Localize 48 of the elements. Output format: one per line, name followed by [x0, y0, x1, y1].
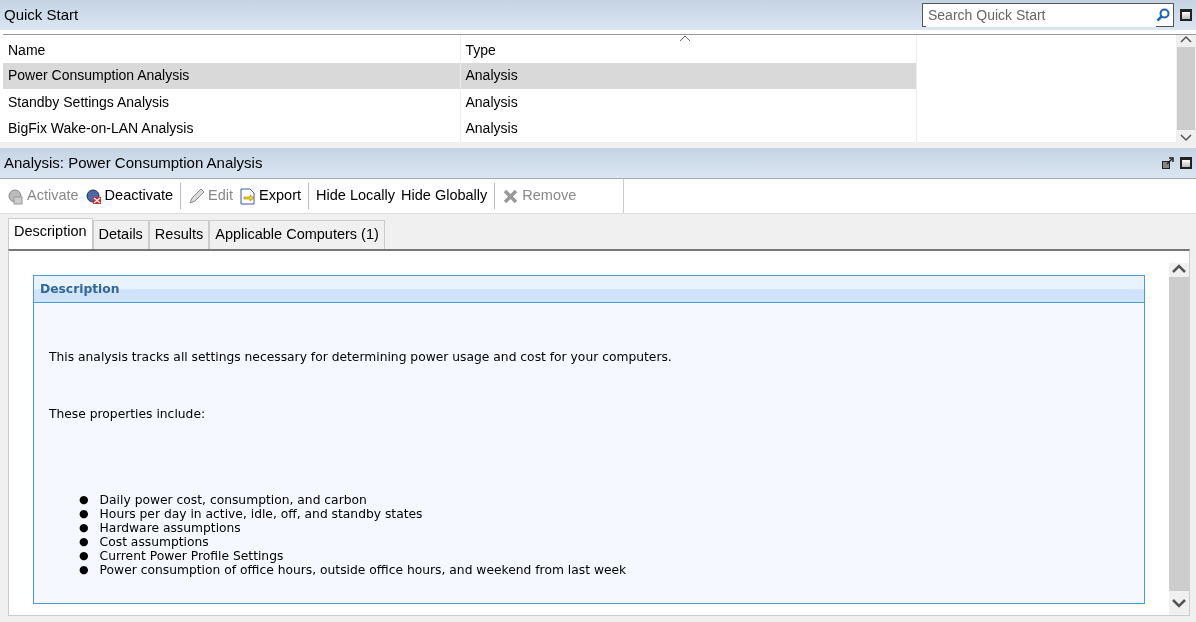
- list-bullet: ●: [79, 563, 89, 578]
- search-field[interactable]: Search Quick Start: [922, 3, 1174, 27]
- list-bullet: ●: [79, 507, 89, 522]
- table-cell: Analysis: [460, 62, 916, 90]
- tab[interactable]: Applicable Computers (1): [209, 220, 385, 249]
- section-heading: Description: [34, 275, 1144, 304]
- paragraph: These properties include:: [49, 405, 207, 423]
- column-header[interactable]: Name: [3, 35, 460, 63]
- list-item: Power consumption of office hours, outside office hours, and weekend from last week: [99, 563, 627, 578]
- sort-caret-icon: [678, 35, 691, 42]
- tab[interactable]: Results: [148, 220, 210, 249]
- toolbar-button[interactable]: Hide Globally: [398, 185, 491, 207]
- toolbar-button[interactable]: Export: [236, 185, 305, 207]
- toolbar-button[interactable]: Hide Locally: [313, 185, 399, 207]
- column-header[interactable]: Type: [460, 35, 916, 63]
- list-bullet: ●: [79, 521, 89, 536]
- remove-x-icon: [502, 187, 520, 205]
- maximize-button[interactable]: [1180, 9, 1192, 21]
- list-bullet: ●: [79, 549, 89, 564]
- list-item: Hours per day in active, idle, off, and standby states: [99, 507, 423, 522]
- table-row[interactable]: Standby Settings Analysis Analysis: [3, 89, 916, 116]
- scroll-up-icon: [1171, 262, 1187, 273]
- list-item: Daily power cost, consumption, and carbon: [99, 493, 367, 508]
- table-cell: Power Consumption Analysis: [3, 62, 460, 90]
- table-row[interactable]: Power Consumption Analysis Analysis: [3, 62, 916, 90]
- maximize-button[interactable]: [1180, 157, 1192, 169]
- pencil-icon: [188, 187, 206, 205]
- scroll-down-icon: [1171, 598, 1187, 609]
- toolbar-button[interactable]: Deactivate: [81, 185, 177, 207]
- panel-title: Analysis: Power Consumption Analysis: [4, 152, 263, 173]
- tab[interactable]: Description: [8, 218, 93, 249]
- scroll-up-icon: [1180, 35, 1192, 43]
- list-bullet: ●: [79, 535, 89, 550]
- table-cell: Analysis: [460, 89, 916, 116]
- search-icon: [1156, 8, 1170, 22]
- popout-icon: [1162, 157, 1174, 169]
- list-bullet: ●: [79, 493, 89, 508]
- list-item: Cost assumptions: [99, 535, 209, 550]
- list-item: Current Power Profile Settings: [99, 549, 284, 564]
- export-document-icon: [239, 187, 257, 205]
- tab[interactable]: Details: [92, 220, 149, 249]
- scrollbar[interactable]: [1176, 35, 1196, 142]
- scrollbar[interactable]: [1169, 262, 1189, 615]
- list-item: Hardware assumptions: [99, 521, 241, 536]
- scroll-down-icon: [1180, 134, 1192, 142]
- paragraph: This analysis tracks all settings necessary for determining power usage and cost for your computers.: [49, 349, 673, 367]
- table-cell: Standby Settings Analysis: [3, 89, 460, 116]
- panel-title: Quick Start: [4, 4, 79, 25]
